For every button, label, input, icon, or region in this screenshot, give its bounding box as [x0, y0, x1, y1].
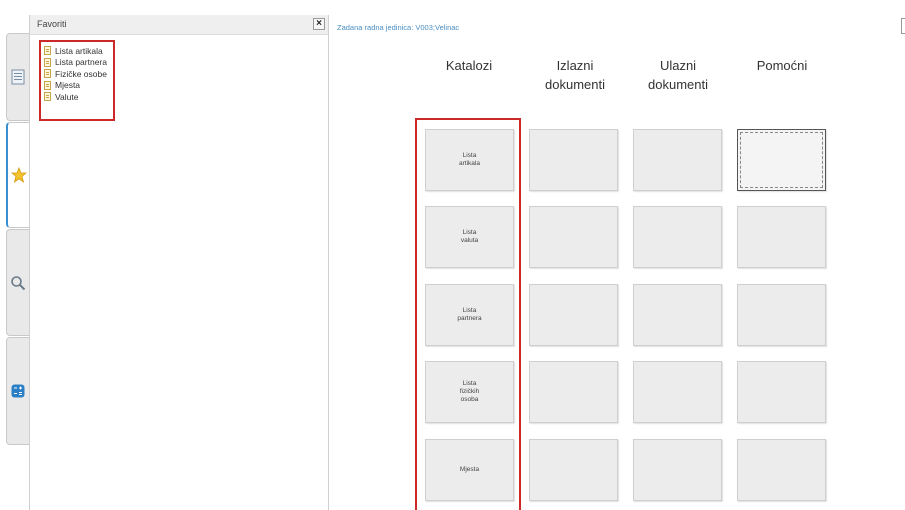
favorite-item-label: Lista artikala [55, 45, 103, 56]
tile-izlazni-empty[interactable] [529, 206, 618, 268]
tile-lista-artikala[interactable]: Lista artikala [425, 129, 514, 191]
star-icon [10, 167, 27, 183]
tab-search[interactable] [6, 229, 29, 336]
document-icon [44, 69, 51, 79]
tile-lista-valuta[interactable]: Lista valuta [425, 206, 514, 268]
favorites-list: Lista artikala Lista partnera Fizičke os… [39, 40, 115, 121]
favorites-panel: Favoriti × Lista artikala Lista partnera… [29, 15, 329, 510]
document-icon [44, 80, 51, 90]
tile-ulazni-empty[interactable] [633, 361, 722, 423]
favorite-item-lista-artikala[interactable]: Lista artikala [44, 45, 113, 57]
tile-izlazni-empty[interactable] [529, 439, 618, 501]
tile-lista-fizickih-osoba[interactable]: Lista fizičkih osoba [425, 361, 514, 423]
tile-mjesta[interactable]: Mjesta [425, 439, 514, 501]
favorite-item-label: Fizičke osobe [55, 68, 107, 79]
tab-documents[interactable] [6, 33, 29, 121]
favorite-item-fizicke-osobe[interactable]: Fizičke osobe [44, 68, 113, 80]
tile-ulazni-empty[interactable] [633, 129, 722, 191]
column-header-katalozi: Katalozi [445, 58, 493, 73]
tile-izlazni-empty[interactable] [529, 361, 618, 423]
tile-ulazni-empty[interactable] [633, 284, 722, 346]
tile-pomocni-selected[interactable] [737, 129, 826, 191]
tab-calculator[interactable] [6, 337, 29, 445]
tile-pomocni-empty[interactable] [737, 284, 826, 346]
favorite-item-label: Lista partnera [55, 57, 107, 68]
close-button[interactable]: × [313, 18, 325, 30]
panel-edge-handle[interactable] [901, 18, 905, 34]
column-header-pomocni: Pomoćni [756, 58, 808, 73]
favorite-item-label: Valute [55, 91, 79, 102]
favorite-item-valute[interactable]: Valute [44, 91, 113, 103]
tile-pomocni-empty[interactable] [737, 206, 826, 268]
favorites-header: Favoriti × [30, 15, 328, 35]
favorite-item-lista-partnera[interactable]: Lista partnera [44, 57, 113, 69]
left-tab-strip [0, 0, 29, 510]
document-icon [44, 92, 51, 102]
search-icon [11, 275, 26, 290]
default-work-unit-text: Zadana radna jedinica: V003;Velinac [337, 23, 460, 32]
document-list-icon [11, 69, 25, 85]
favorite-item-label: Mjesta [55, 80, 81, 91]
document-icon [44, 46, 51, 56]
favorite-item-mjesta[interactable]: Mjesta [44, 80, 113, 92]
column-header-ulazni-dokumenti: Ulazni dokumenti [648, 58, 708, 92]
column-header-izlazni-dokumenti: Izlazni dokumenti [545, 58, 605, 92]
tile-ulazni-empty[interactable] [633, 439, 722, 501]
tab-favorites[interactable] [6, 122, 29, 228]
document-icon [44, 57, 51, 67]
tile-ulazni-empty[interactable] [633, 206, 722, 268]
tile-izlazni-empty[interactable] [529, 284, 618, 346]
tile-pomocni-empty[interactable] [737, 439, 826, 501]
favorites-title: Favoriti [37, 19, 67, 29]
calculator-icon [11, 384, 25, 398]
tile-izlazni-empty[interactable] [529, 129, 618, 191]
tile-lista-partnera[interactable]: Lista partnera [425, 284, 514, 346]
tile-pomocni-empty[interactable] [737, 361, 826, 423]
